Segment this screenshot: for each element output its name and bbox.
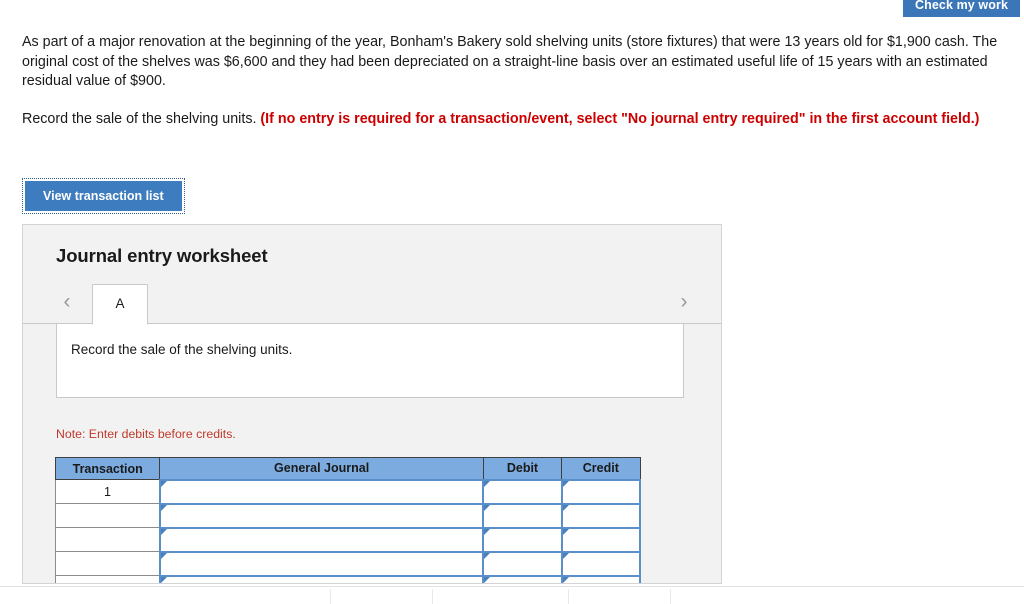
credit-input-2[interactable] <box>560 502 642 529</box>
debits-before-credits-note: Note: Enter debits before credits. <box>56 427 236 441</box>
cell-corner-marker-icon <box>484 480 491 487</box>
transaction-number-cell <box>54 551 161 576</box>
requirement-statement: Record the sale of the shelving units. (… <box>22 110 997 130</box>
page-root: Check my work As part of a major renovat… <box>0 0 1024 604</box>
problem-statement: As part of a major renovation at the beg… <box>22 34 998 90</box>
debit-input-3[interactable] <box>482 526 563 553</box>
cell-corner-marker-icon <box>484 552 491 559</box>
prev-tab-chevron-icon[interactable]: ‹ <box>56 288 78 316</box>
cell-corner-marker-icon <box>562 504 569 511</box>
column-header-credit: Credit <box>561 457 641 480</box>
table-row <box>54 526 642 553</box>
debit-input-1[interactable] <box>482 478 563 505</box>
credit-input-5[interactable] <box>560 574 642 583</box>
table-row <box>54 502 642 529</box>
requirement-red-note: (If no entry is required for a transacti… <box>260 111 980 127</box>
next-tab-chevron-icon[interactable]: › <box>673 288 695 316</box>
requirement-plain-text: Record the sale of the shelving units. <box>22 111 261 127</box>
table-header-row: Transaction General Journal Debit Credit <box>54 457 641 480</box>
table-row <box>54 550 642 577</box>
footer-divider <box>568 589 569 604</box>
worksheet-tab-strip: ‹ A › <box>23 282 721 325</box>
worksheet-tab-a[interactable]: A <box>92 284 148 325</box>
transaction-number-cell <box>54 527 161 552</box>
worksheet-title: Journal entry worksheet <box>56 245 268 266</box>
footer-bar <box>0 587 1024 604</box>
column-header-general-journal: General Journal <box>159 457 484 480</box>
worksheet-description-text: Record the sale of the shelving units. <box>71 342 293 357</box>
transaction-number-cell: 1 <box>54 479 161 504</box>
cell-corner-marker-icon <box>160 480 167 487</box>
cell-corner-marker-icon <box>484 528 491 535</box>
column-header-transaction: Transaction <box>54 457 161 480</box>
debit-input-4[interactable] <box>482 550 563 577</box>
general-journal-input-5[interactable] <box>158 574 485 583</box>
cell-corner-marker-icon <box>160 576 167 583</box>
transaction-number-cell <box>54 575 161 583</box>
check-my-work-button[interactable]: Check my work <box>903 0 1020 17</box>
footer-divider <box>432 589 433 604</box>
general-journal-input-2[interactable] <box>158 502 485 529</box>
worksheet-description-box: Record the sale of the shelving units. <box>56 323 684 398</box>
general-journal-input-4[interactable] <box>158 550 485 577</box>
cell-corner-marker-icon <box>484 576 491 583</box>
debit-input-5[interactable] <box>482 574 563 583</box>
cell-corner-marker-icon <box>160 552 167 559</box>
column-header-debit: Debit <box>482 457 563 480</box>
table-row <box>54 574 642 583</box>
cell-corner-marker-icon <box>562 576 569 583</box>
general-journal-input-3[interactable] <box>158 526 485 553</box>
cell-corner-marker-icon <box>160 504 167 511</box>
cell-corner-marker-icon <box>562 552 569 559</box>
credit-input-4[interactable] <box>560 550 642 577</box>
credit-input-3[interactable] <box>560 526 642 553</box>
journal-table-body: 1 <box>54 478 642 583</box>
view-transaction-list-button[interactable]: View transaction list <box>25 181 182 211</box>
journal-entry-table: Transaction General Journal Debit Credit… <box>54 457 642 583</box>
debit-input-2[interactable] <box>482 502 563 529</box>
view-transaction-list-focus-ring: View transaction list <box>22 178 185 214</box>
footer-divider <box>330 589 331 604</box>
cell-corner-marker-icon <box>562 528 569 535</box>
credit-input-1[interactable] <box>560 478 642 505</box>
cell-corner-marker-icon <box>562 480 569 487</box>
table-row: 1 <box>54 478 642 505</box>
general-journal-input-1[interactable] <box>158 478 485 505</box>
transaction-number-cell <box>54 503 161 528</box>
cell-corner-marker-icon <box>160 528 167 535</box>
footer-divider <box>670 589 671 604</box>
cell-corner-marker-icon <box>484 504 491 511</box>
journal-entry-worksheet-panel: Journal entry worksheet ‹ A › Record the… <box>22 224 722 584</box>
